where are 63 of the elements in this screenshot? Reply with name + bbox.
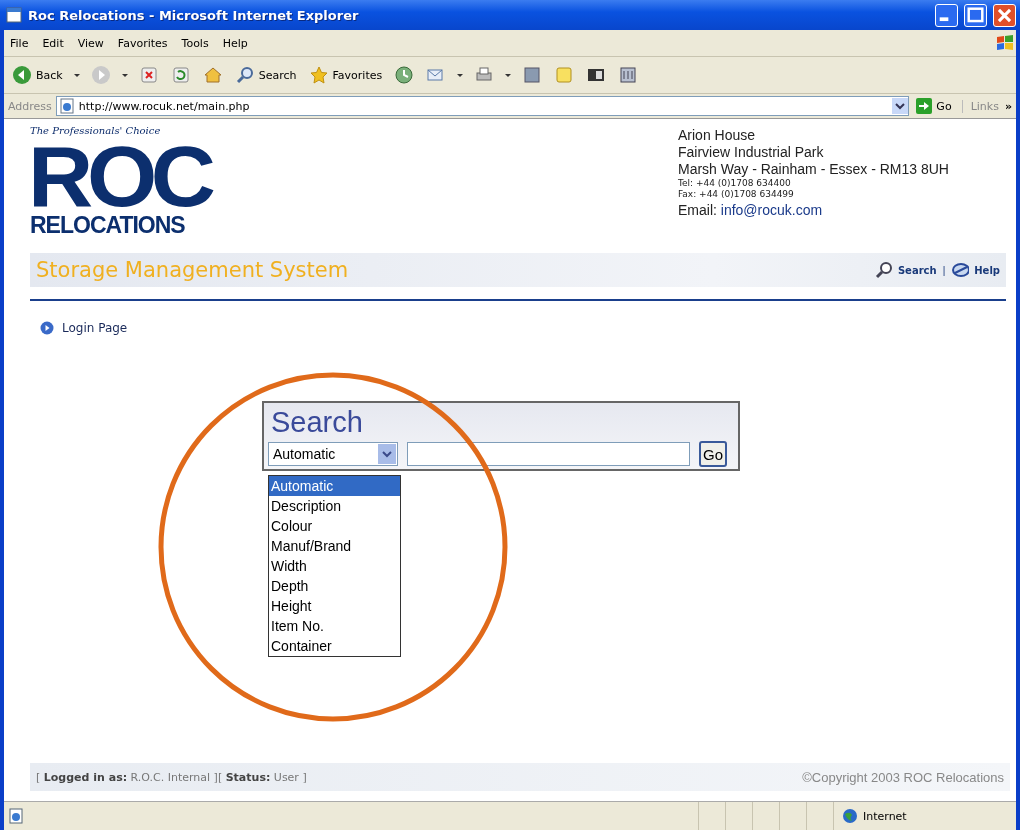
search-icon bbox=[874, 261, 893, 279]
address-line: Fairview Industrial Park bbox=[678, 144, 825, 161]
close-button[interactable] bbox=[993, 3, 1016, 27]
window-title: Roc Relocations - Microsoft Internet Explorer bbox=[28, 7, 360, 23]
page-icon bbox=[8, 808, 24, 824]
security-zone: Internet bbox=[863, 809, 907, 823]
dropdown-option[interactable]: Width bbox=[269, 556, 400, 576]
dropdown-option[interactable]: Automatic bbox=[269, 476, 400, 496]
caret-icon[interactable] bbox=[72, 71, 81, 79]
system-title: Storage Management System bbox=[36, 258, 350, 282]
go-button[interactable]: Go bbox=[913, 97, 958, 115]
note-icon bbox=[554, 65, 575, 85]
phone-number: Fax: +44 (0)1708 634499 bbox=[678, 189, 795, 200]
dropdown-option[interactable]: Height bbox=[269, 596, 400, 616]
dropdown-option[interactable]: Depth bbox=[269, 576, 400, 596]
web-page-icon bbox=[58, 98, 75, 114]
login-page-link[interactable]: Login Page bbox=[40, 321, 128, 335]
phone-number: Tel: +44 (0)1708 634400 bbox=[678, 178, 792, 189]
address-line: Arion House bbox=[678, 127, 757, 144]
menu-item[interactable]: Tools bbox=[181, 36, 209, 50]
address-field[interactable]: http://www.rocuk.net/main.php bbox=[55, 96, 910, 116]
help-link[interactable]: Help bbox=[951, 261, 1000, 279]
search-button[interactable]: Search bbox=[232, 63, 299, 87]
search-heading: Search bbox=[271, 405, 363, 439]
address-label: Address bbox=[8, 99, 52, 113]
more-chevron[interactable]: » bbox=[1004, 99, 1012, 113]
link-separator: | bbox=[942, 264, 946, 276]
menu-item[interactable]: File bbox=[10, 36, 29, 50]
history-icon bbox=[394, 65, 415, 85]
search-input-field[interactable] bbox=[407, 442, 690, 466]
menu-item[interactable]: Favorites bbox=[117, 36, 168, 50]
dropdown-option[interactable]: Container bbox=[269, 636, 400, 656]
refresh-icon bbox=[170, 65, 191, 85]
help-icon bbox=[951, 261, 970, 279]
globe-icon bbox=[842, 808, 858, 824]
address-line: Marsh Way - Rainham - Essex - RM13 8UH bbox=[678, 161, 950, 178]
search-icon bbox=[234, 65, 255, 85]
copyright-text: ©Copyright 2003 ROC Relocations bbox=[802, 769, 1004, 785]
menu-item[interactable]: Help bbox=[222, 36, 248, 50]
maximize-button[interactable] bbox=[964, 3, 987, 27]
caret-icon[interactable] bbox=[120, 71, 129, 79]
dropdown-option[interactable]: Colour bbox=[269, 516, 400, 536]
favorites-button[interactable]: Favorites bbox=[306, 63, 385, 87]
session-info: [ Logged in as: R.O.C. Internal ][ Status: User ] bbox=[36, 770, 307, 784]
dropdown-option[interactable]: Item No. bbox=[269, 616, 400, 636]
back-button[interactable]: Back bbox=[10, 63, 65, 87]
search-link[interactable]: Search bbox=[874, 261, 937, 279]
search-type-dropdown[interactable]: Automatic bbox=[268, 442, 398, 466]
minimize-button[interactable] bbox=[935, 3, 958, 27]
email-link[interactable]: info@rocuk.com bbox=[720, 202, 823, 218]
dropdown-option[interactable]: Description bbox=[269, 496, 400, 516]
stop-icon bbox=[138, 65, 159, 85]
email-line: Email: info@rocuk.com bbox=[678, 202, 824, 219]
caret-icon[interactable] bbox=[504, 71, 513, 79]
dropdown-option[interactable]: Manuf/Brand bbox=[269, 536, 400, 556]
go-button[interactable]: Go bbox=[699, 441, 727, 467]
menu-item[interactable]: Edit bbox=[42, 36, 64, 50]
caret-icon[interactable] bbox=[456, 71, 465, 79]
menu-item[interactable]: View bbox=[77, 36, 104, 50]
arrow-circle-icon bbox=[40, 321, 54, 335]
browser-page-icon bbox=[6, 7, 22, 23]
star-icon bbox=[308, 65, 329, 85]
home-icon bbox=[202, 65, 223, 85]
